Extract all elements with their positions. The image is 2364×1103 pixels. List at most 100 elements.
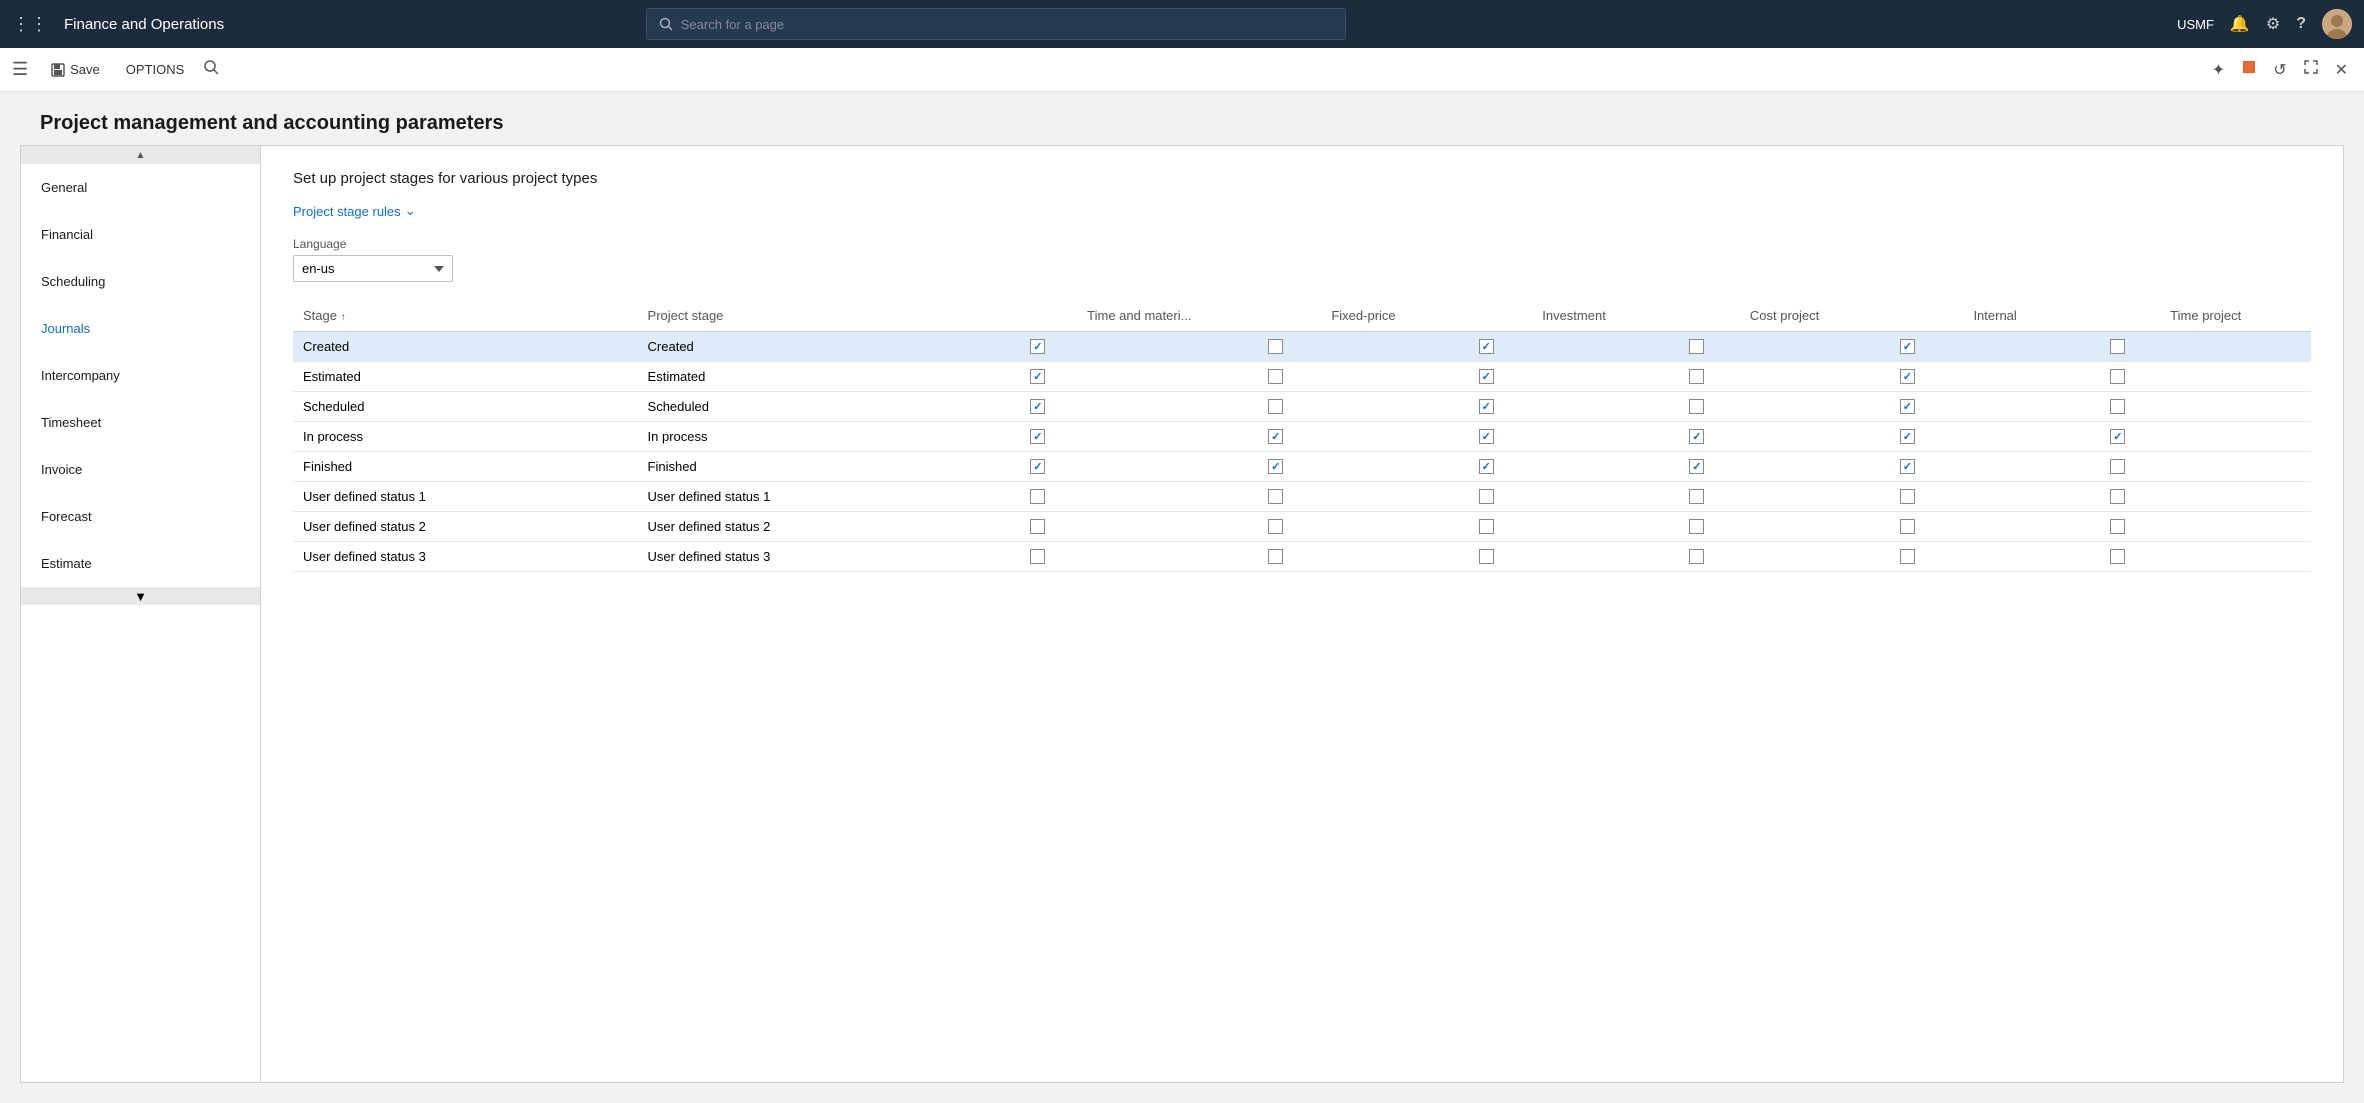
- checkbox-costProject[interactable]: [1689, 399, 1704, 414]
- checkbox-costProject[interactable]: [1689, 489, 1704, 504]
- checkbox-fixedPrice[interactable]: [1268, 339, 1283, 354]
- checkbox-internal[interactable]: [1900, 549, 1915, 564]
- checkbox-internal[interactable]: [1900, 519, 1915, 534]
- avatar[interactable]: [2322, 9, 2352, 39]
- checkbox-timeProject[interactable]: [2110, 399, 2125, 414]
- bell-icon[interactable]: 🔔: [2230, 14, 2250, 34]
- checkbox-fixedPrice[interactable]: [1268, 459, 1283, 474]
- checkbox-investment[interactable]: [1479, 459, 1494, 474]
- checkbox-investment[interactable]: [1479, 369, 1494, 384]
- sidebar-item-scheduling[interactable]: Scheduling: [21, 258, 260, 305]
- checkbox-timeAndMaterial[interactable]: [1030, 339, 1045, 354]
- col-header-time-project: Time project: [2100, 300, 2311, 332]
- checkbox-fixedPrice[interactable]: [1268, 489, 1283, 504]
- toolbar-search-icon[interactable]: [203, 59, 219, 80]
- table-row[interactable]: FinishedFinished: [293, 452, 2311, 482]
- sidebar-item-financial[interactable]: Financial: [21, 211, 260, 258]
- checkbox-timeAndMaterial[interactable]: [1030, 399, 1045, 414]
- table-row[interactable]: User defined status 3User defined status…: [293, 542, 2311, 572]
- page-header: Project management and accounting parame…: [0, 92, 2364, 145]
- checkbox-fixedPrice[interactable]: [1268, 549, 1283, 564]
- checkbox-costProject[interactable]: [1689, 429, 1704, 444]
- cell-timeAndMaterial: [1020, 392, 1258, 422]
- sidebar-item-intercompany[interactable]: Intercompany: [21, 352, 260, 399]
- project-stage-rules-link[interactable]: Project stage rules ⌄: [293, 203, 2311, 219]
- options-button[interactable]: OPTIONS: [115, 56, 196, 83]
- checkbox-investment[interactable]: [1479, 519, 1494, 534]
- checkbox-costProject[interactable]: [1689, 549, 1704, 564]
- table-row[interactable]: ScheduledScheduled: [293, 392, 2311, 422]
- checkbox-timeAndMaterial[interactable]: [1030, 519, 1045, 534]
- table-row[interactable]: CreatedCreated: [293, 332, 2311, 362]
- checkbox-timeAndMaterial[interactable]: [1030, 489, 1045, 504]
- checkbox-timeProject[interactable]: [2110, 459, 2125, 474]
- checkbox-timeProject[interactable]: [2110, 339, 2125, 354]
- checkbox-fixedPrice[interactable]: [1268, 519, 1283, 534]
- hamburger-menu-icon[interactable]: ☰: [12, 59, 28, 80]
- checkbox-costProject[interactable]: [1689, 339, 1704, 354]
- left-nav-items: GeneralFinancialSchedulingJournalsInterc…: [21, 164, 260, 587]
- checkbox-internal[interactable]: [1900, 429, 1915, 444]
- checkbox-fixedPrice[interactable]: [1268, 399, 1283, 414]
- help-icon[interactable]: ?: [2296, 15, 2306, 33]
- sidebar-item-invoice[interactable]: Invoice: [21, 446, 260, 493]
- checkbox-investment[interactable]: [1479, 339, 1494, 354]
- sort-icon[interactable]: ↑: [341, 312, 346, 323]
- sidebar-item-estimate[interactable]: Estimate: [21, 540, 260, 587]
- favorites-icon[interactable]: ✦: [2208, 56, 2229, 84]
- table-row[interactable]: User defined status 1User defined status…: [293, 482, 2311, 512]
- save-button[interactable]: Save: [40, 56, 111, 83]
- office-icon[interactable]: [2237, 55, 2261, 84]
- checkbox-internal[interactable]: [1900, 339, 1915, 354]
- checkbox-timeProject[interactable]: [2110, 549, 2125, 564]
- checkbox-timeProject[interactable]: [2110, 489, 2125, 504]
- checkbox-internal[interactable]: [1900, 459, 1915, 474]
- checkbox-investment[interactable]: [1479, 399, 1494, 414]
- chevron-down-icon: ⌄: [405, 203, 416, 219]
- table-row[interactable]: In processIn process: [293, 422, 2311, 452]
- table-header: Stage ↑ Project stage Time and materi...…: [293, 300, 2311, 332]
- checkbox-investment[interactable]: [1479, 489, 1494, 504]
- cell-timeProject: [2100, 452, 2311, 482]
- language-select[interactable]: en-us en-gb de fr: [293, 255, 453, 282]
- refresh-icon[interactable]: ↺: [2269, 56, 2290, 84]
- checkbox-internal[interactable]: [1900, 369, 1915, 384]
- checkbox-fixedPrice[interactable]: [1268, 369, 1283, 384]
- search-bar[interactable]: [646, 8, 1346, 40]
- cell-timeProject: [2100, 482, 2311, 512]
- cell-investment: [1469, 482, 1680, 512]
- cell-internal: [1890, 362, 2101, 392]
- gear-icon[interactable]: ⚙: [2266, 14, 2280, 34]
- sidebar-item-journals[interactable]: Journals: [21, 305, 260, 352]
- checkbox-internal[interactable]: [1900, 489, 1915, 504]
- sidebar-item-forecast[interactable]: Forecast: [21, 493, 260, 540]
- close-icon[interactable]: ✕: [2331, 56, 2352, 84]
- cell-timeProject: [2100, 392, 2311, 422]
- table-row[interactable]: EstimatedEstimated: [293, 362, 2311, 392]
- checkbox-fixedPrice[interactable]: [1268, 429, 1283, 444]
- checkbox-internal[interactable]: [1900, 399, 1915, 414]
- checkbox-timeAndMaterial[interactable]: [1030, 459, 1045, 474]
- checkbox-timeAndMaterial[interactable]: [1030, 429, 1045, 444]
- checkbox-timeProject[interactable]: [2110, 519, 2125, 534]
- scroll-up-indicator[interactable]: ▲: [21, 146, 260, 164]
- sidebar-item-timesheet[interactable]: Timesheet: [21, 399, 260, 446]
- cell-projectStage: Estimated: [638, 362, 1021, 392]
- checkbox-costProject[interactable]: [1689, 459, 1704, 474]
- scroll-down-indicator[interactable]: ▼: [21, 587, 260, 605]
- checkbox-timeProject[interactable]: [2110, 369, 2125, 384]
- checkbox-timeAndMaterial[interactable]: [1030, 549, 1045, 564]
- checkbox-timeAndMaterial[interactable]: [1030, 369, 1045, 384]
- table-row[interactable]: User defined status 2User defined status…: [293, 512, 2311, 542]
- expand-icon[interactable]: [2299, 55, 2323, 84]
- cell-internal: [1890, 332, 2101, 362]
- cell-internal: [1890, 482, 2101, 512]
- checkbox-timeProject[interactable]: [2110, 429, 2125, 444]
- checkbox-costProject[interactable]: [1689, 369, 1704, 384]
- sidebar-item-general[interactable]: General: [21, 164, 260, 211]
- checkbox-investment[interactable]: [1479, 549, 1494, 564]
- search-input[interactable]: [681, 17, 1333, 32]
- checkbox-investment[interactable]: [1479, 429, 1494, 444]
- checkbox-costProject[interactable]: [1689, 519, 1704, 534]
- grid-icon[interactable]: ⋮⋮: [12, 14, 48, 35]
